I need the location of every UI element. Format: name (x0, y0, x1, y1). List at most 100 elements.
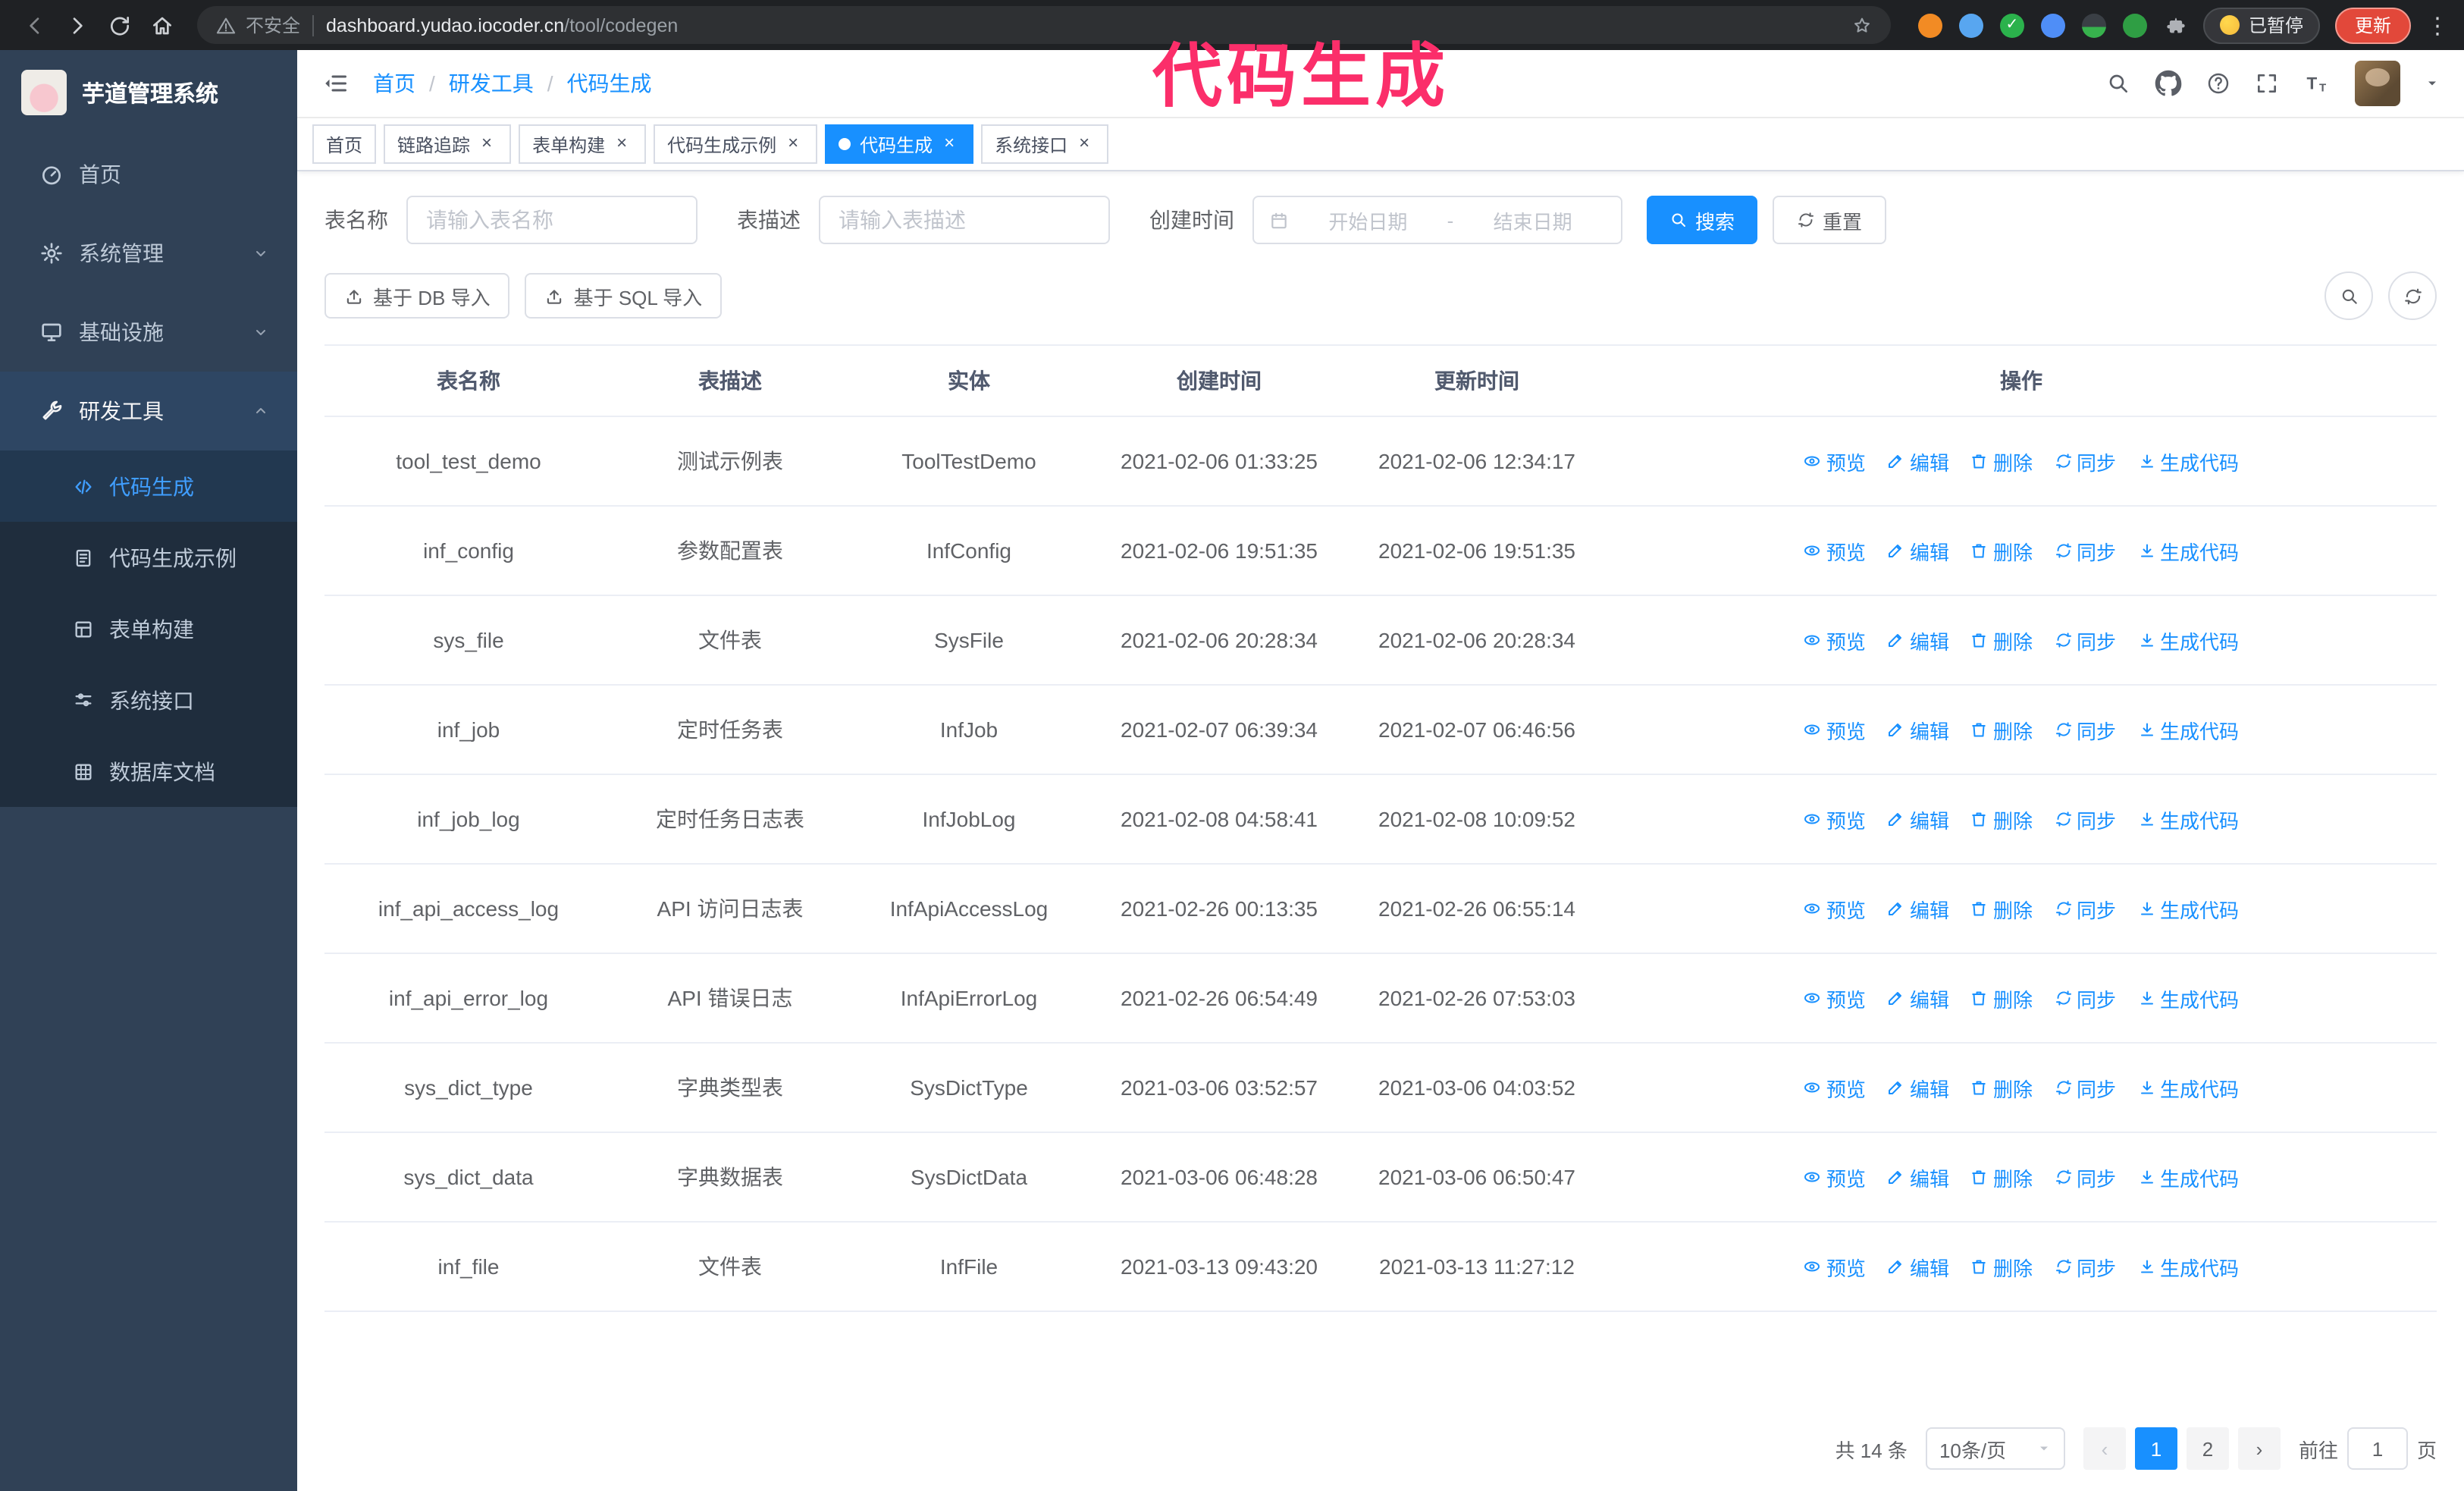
edit-link[interactable]: 编辑 (1887, 984, 1949, 1012)
breadcrumb-home[interactable]: 首页 (373, 68, 415, 99)
help-icon[interactable] (2206, 71, 2230, 96)
generate-code-link[interactable]: 生成代码 (2137, 984, 2239, 1012)
generate-code-link[interactable]: 生成代码 (2137, 894, 2239, 923)
sidebar-fold-icon[interactable] (321, 70, 349, 97)
pager-next-button[interactable]: › (2237, 1427, 2281, 1470)
generate-code-link[interactable]: 生成代码 (2137, 805, 2239, 833)
avatar-caret-down-icon[interactable] (2425, 76, 2440, 91)
generate-code-link[interactable]: 生成代码 (2137, 536, 2239, 565)
sync-link[interactable]: 同步 (2054, 984, 2116, 1012)
preview-link[interactable]: 预览 (1804, 447, 1866, 476)
preview-link[interactable]: 预览 (1804, 536, 1866, 565)
goto-page-input[interactable] (2346, 1427, 2408, 1470)
edit-link[interactable]: 编辑 (1887, 1163, 1949, 1191)
pager-prev-button[interactable]: ‹ (2083, 1427, 2126, 1470)
edit-link[interactable]: 编辑 (1887, 536, 1949, 565)
sidebar-item-system[interactable]: 系统管理 (0, 214, 297, 293)
search-button[interactable]: 搜索 (1647, 196, 1758, 244)
preview-link[interactable]: 预览 (1804, 805, 1866, 833)
close-icon[interactable]: × (782, 133, 804, 155)
generate-code-link[interactable]: 生成代码 (2137, 447, 2239, 476)
bookmark-star-icon[interactable] (1851, 14, 1873, 36)
tab-codegen-active[interactable]: 代码生成 × (825, 124, 974, 164)
fullscreen-icon[interactable] (2255, 71, 2279, 96)
delete-link[interactable]: 删除 (1970, 1073, 2033, 1102)
edit-link[interactable]: 编辑 (1887, 805, 1949, 833)
sidebar-item-codegen[interactable]: 代码生成 (0, 450, 297, 522)
sync-link[interactable]: 同步 (2054, 805, 2116, 833)
sync-link[interactable]: 同步 (2054, 894, 2116, 923)
sidebar-item-db-doc[interactable]: 数据库文档 (0, 736, 297, 807)
page-size-select[interactable]: 10条/页 (1925, 1427, 2065, 1470)
pager-page-1[interactable]: 1 (2134, 1427, 2177, 1470)
sidebar-item-home[interactable]: 首页 (0, 135, 297, 214)
preview-link[interactable]: 预览 (1804, 1073, 1866, 1102)
github-icon[interactable] (2155, 70, 2182, 97)
extension-icon-people[interactable] (2040, 13, 2065, 37)
generate-code-link[interactable]: 生成代码 (2137, 1252, 2239, 1281)
sidebar-item-codegen-example[interactable]: 代码生成示例 (0, 522, 297, 593)
delete-link[interactable]: 删除 (1970, 894, 2033, 923)
generate-code-link[interactable]: 生成代码 (2137, 626, 2239, 654)
generate-code-link[interactable]: 生成代码 (2137, 715, 2239, 744)
sidebar-item-devtools[interactable]: 研发工具 (0, 372, 297, 450)
tab-home[interactable]: 首页 (312, 124, 377, 164)
breadcrumb-devtools[interactable]: 研发工具 (449, 68, 534, 99)
edit-link[interactable]: 编辑 (1887, 1073, 1949, 1102)
delete-link[interactable]: 删除 (1970, 447, 2033, 476)
sync-link[interactable]: 同步 (2054, 715, 2116, 744)
sidebar-item-infra[interactable]: 基础设施 (0, 293, 297, 372)
tab-system-api[interactable]: 系统接口 × (981, 124, 1109, 164)
toggle-search-button[interactable] (2324, 272, 2373, 320)
tab-tracing[interactable]: 链路追踪 × (384, 124, 512, 164)
edit-link[interactable]: 编辑 (1887, 626, 1949, 654)
search-icon[interactable] (2106, 71, 2130, 96)
extension-icon-green-check[interactable] (1999, 13, 2024, 37)
browser-update-button[interactable]: 更新 (2334, 7, 2411, 43)
sync-link[interactable]: 同步 (2054, 1252, 2116, 1281)
delete-link[interactable]: 删除 (1970, 715, 2033, 744)
date-range-picker[interactable]: 开始日期 - 结束日期 (1252, 196, 1622, 244)
generate-code-link[interactable]: 生成代码 (2137, 1073, 2239, 1102)
table-name-input[interactable] (406, 196, 698, 244)
preview-link[interactable]: 预览 (1804, 1252, 1866, 1281)
sidebar-item-form-builder[interactable]: 表单构建 (0, 593, 297, 664)
delete-link[interactable]: 删除 (1970, 536, 2033, 565)
preview-link[interactable]: 预览 (1804, 1163, 1866, 1191)
user-avatar[interactable] (2355, 61, 2400, 106)
close-icon[interactable]: × (611, 133, 632, 155)
extension-icon-orange[interactable] (1917, 13, 1942, 37)
edit-link[interactable]: 编辑 (1887, 447, 1949, 476)
close-icon[interactable]: × (1074, 133, 1095, 155)
sync-link[interactable]: 同步 (2054, 536, 2116, 565)
sync-link[interactable]: 同步 (2054, 447, 2116, 476)
tab-codegen-example[interactable]: 代码生成示例 × (654, 124, 818, 164)
sync-link[interactable]: 同步 (2054, 626, 2116, 654)
browser-forward-button[interactable] (58, 5, 97, 45)
tab-form-builder[interactable]: 表单构建 × (519, 124, 647, 164)
sidebar-item-system-api[interactable]: 系统接口 (0, 664, 297, 736)
browser-back-button[interactable] (15, 5, 55, 45)
reset-button[interactable]: 重置 (1773, 196, 1887, 244)
close-icon[interactable]: × (476, 133, 497, 155)
sync-link[interactable]: 同步 (2054, 1163, 2116, 1191)
close-icon[interactable]: × (939, 133, 960, 155)
refresh-table-button[interactable] (2388, 272, 2437, 320)
sync-link[interactable]: 同步 (2054, 1073, 2116, 1102)
delete-link[interactable]: 删除 (1970, 805, 2033, 833)
date-start-placeholder[interactable]: 开始日期 (1295, 206, 1441, 234)
preview-link[interactable]: 预览 (1804, 626, 1866, 654)
delete-link[interactable]: 删除 (1970, 984, 2033, 1012)
browser-home-button[interactable] (143, 5, 182, 45)
logo-area[interactable]: 芋道管理系统 (0, 50, 297, 135)
import-db-button[interactable]: 基于 DB 导入 (324, 273, 510, 319)
edit-link[interactable]: 编辑 (1887, 715, 1949, 744)
font-size-icon[interactable] (2303, 70, 2331, 97)
generate-code-link[interactable]: 生成代码 (2137, 1163, 2239, 1191)
delete-link[interactable]: 删除 (1970, 626, 2033, 654)
date-end-placeholder[interactable]: 结束日期 (1459, 206, 1606, 234)
extension-icon-leaf[interactable] (2122, 13, 2147, 37)
edit-link[interactable]: 编辑 (1887, 1252, 1949, 1281)
browser-reload-button[interactable] (100, 5, 140, 45)
browser-menu-dots-icon[interactable]: ⋮ (2426, 11, 2449, 39)
